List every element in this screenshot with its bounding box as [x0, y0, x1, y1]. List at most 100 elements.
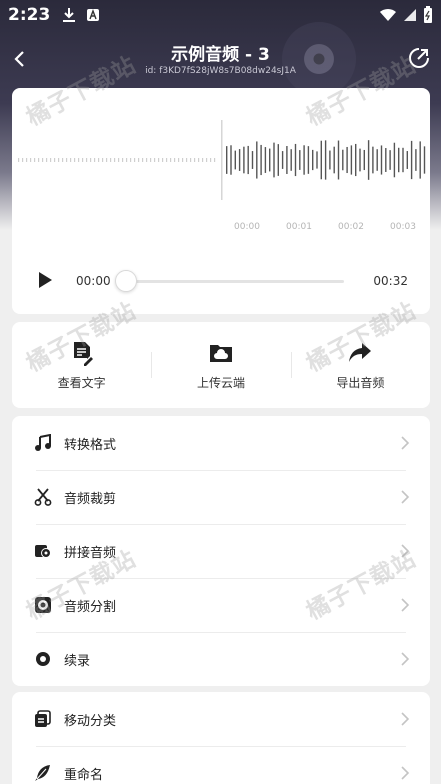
waveform-bar: [58, 158, 60, 162]
split-circle-icon: [34, 596, 52, 614]
playhead[interactable]: [221, 120, 223, 200]
progress-knob[interactable]: [115, 270, 137, 292]
waveform-bar: [247, 145, 249, 175]
waveform-bar: [150, 158, 152, 162]
waveform-bar: [82, 158, 84, 162]
waveform-bar: [359, 148, 361, 172]
waveform-bar: [406, 151, 408, 169]
waveform-bar: [38, 158, 40, 162]
menu-label: 续录: [64, 653, 91, 669]
menu-item-trim-audio[interactable]: 音频裁剪: [12, 470, 430, 524]
external-link-button[interactable]: [407, 46, 431, 70]
waveform-bar: [70, 158, 72, 162]
waveform-bar: [320, 140, 322, 180]
waveform-bar: [102, 158, 104, 162]
waveform-bar: [118, 158, 120, 162]
battery-icon: [424, 6, 432, 23]
document-edit-icon: [73, 342, 93, 366]
waveform-bar: [74, 158, 76, 162]
waveform-bar: [260, 144, 262, 176]
chevron-right-icon: [401, 598, 410, 612]
action-label: 导出音频: [336, 376, 385, 390]
menu-item-convert-format[interactable]: 转换格式: [12, 416, 430, 470]
status-time: 2:23: [8, 5, 51, 25]
waveform-bar: [376, 149, 378, 171]
waveform-bar: [333, 146, 335, 174]
waveform-bar: [182, 158, 184, 162]
waveform-bar: [342, 149, 344, 171]
waveform-bar: [46, 158, 48, 162]
waveform-bar: [363, 149, 365, 171]
chevron-right-icon: [401, 490, 410, 504]
waveform-bar: [134, 158, 136, 162]
action-label: 上传云端: [196, 376, 245, 390]
upload-cloud-button[interactable]: 上传云端: [151, 322, 290, 408]
time-tick: 00:02: [338, 222, 364, 232]
menu-item-move-category[interactable]: 移动分类: [12, 692, 430, 746]
waveform-bar: [346, 146, 348, 174]
scissors-icon: [34, 488, 52, 506]
external-link-icon: [409, 48, 429, 68]
play-button[interactable]: [36, 270, 56, 292]
waveform-bar: [419, 141, 421, 179]
waveform-bar: [106, 158, 108, 162]
music-note-icon: [34, 434, 52, 452]
waveform-bar: [398, 147, 400, 173]
waveform-bar: [158, 158, 160, 162]
waveform-bar: [154, 158, 156, 162]
waveform-bar: [226, 146, 228, 174]
waveform-bar: [62, 158, 64, 162]
waveform-card: 00:00 00:01 00:02 00:03 00:00 00:32: [12, 88, 430, 314]
file-menu: 移动分类 重命名: [12, 692, 430, 784]
waveform-bar: [372, 146, 374, 174]
progress-track[interactable]: [126, 280, 344, 283]
waveform-bar: [286, 146, 288, 174]
waveform-bar: [367, 140, 370, 180]
waveform-bar: [273, 142, 275, 178]
download-icon: [63, 8, 76, 22]
signal-icon: [404, 9, 416, 21]
waveform-bar: [114, 158, 116, 162]
waveform-bar: [238, 149, 241, 171]
chevron-right-icon: [401, 544, 410, 558]
menu-item-rename[interactable]: 重命名: [12, 746, 430, 784]
player-controls: 00:00 00:32: [12, 266, 430, 296]
waveform-bar: [194, 158, 196, 162]
page-title: 示例音频 - 3: [171, 45, 270, 65]
view-text-button[interactable]: 查看文字: [12, 322, 151, 408]
waveform-bar: [166, 158, 168, 162]
waveform-bar: [122, 158, 124, 162]
menu-item-continue-recording[interactable]: 续录: [12, 632, 430, 686]
waveform-bar: [256, 141, 258, 179]
waveform-bar: [243, 146, 245, 174]
waveform-bar: [42, 158, 44, 162]
play-icon: [39, 272, 52, 288]
waveform-bar: [18, 158, 20, 162]
waveform-bar: [380, 145, 383, 175]
waveform-bar: [234, 150, 236, 170]
export-audio-button[interactable]: 导出音频: [290, 322, 430, 408]
waveform-bar: [210, 158, 212, 162]
chevron-right-icon: [401, 652, 410, 666]
waveform-bar: [78, 158, 80, 162]
menu-label: 音频裁剪: [64, 491, 117, 507]
chevron-right-icon: [401, 436, 410, 450]
nav-header: 示例音频 - 3 id: f3KD7fS28jW8s7B08dw24sJ1A: [0, 36, 441, 88]
menu-item-merge-audio[interactable]: 拼接音频: [12, 524, 430, 578]
menu-item-split-audio[interactable]: 音频分割: [12, 578, 430, 632]
menu-label: 重命名: [64, 767, 104, 783]
waveform-bar: [337, 140, 340, 180]
chevron-right-icon: [401, 766, 410, 780]
waveform-bar: [264, 147, 267, 173]
waveform-bar: [170, 158, 172, 162]
waveform-bar: [54, 158, 56, 162]
time-tick: 00:03: [390, 222, 416, 232]
waveform-bar: [316, 151, 318, 169]
waveform-bar: [415, 149, 417, 171]
waveform-bar: [385, 148, 387, 172]
app-notification-icon: [87, 9, 100, 21]
action-label: 查看文字: [57, 376, 106, 390]
waveform-bar: [50, 158, 52, 162]
actions-card: 查看文字 上传云端 导出音频: [12, 322, 430, 408]
stack-record-icon: [34, 542, 52, 560]
